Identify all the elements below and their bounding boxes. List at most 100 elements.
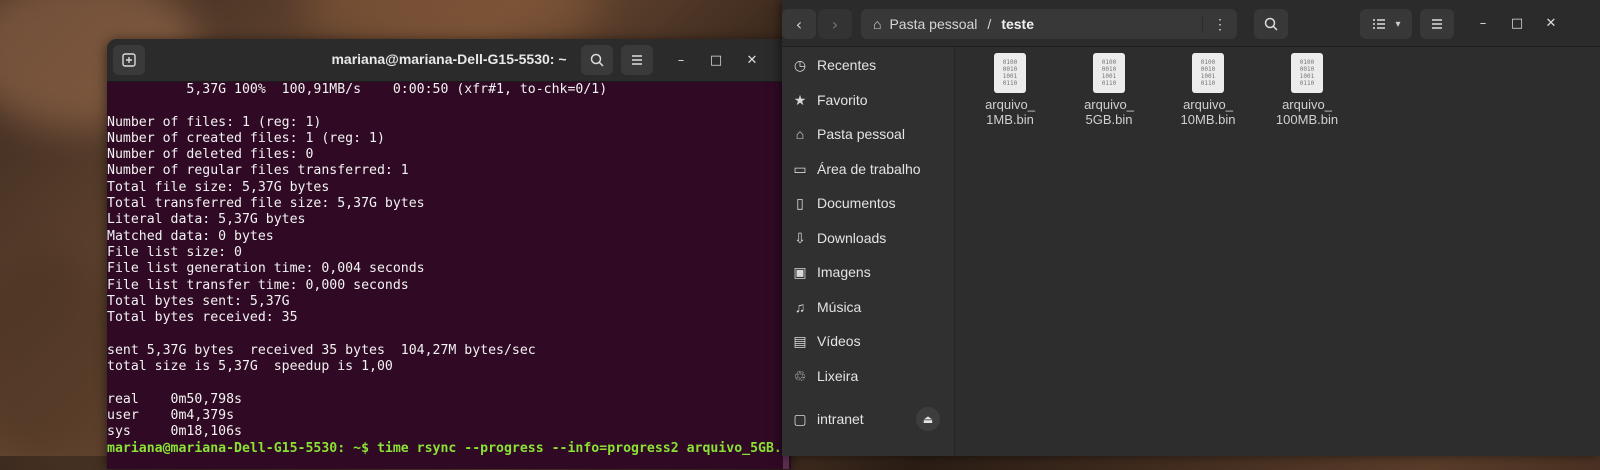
minimize-icon: – bbox=[677, 52, 685, 68]
file-item[interactable]: 0100 0010 1001 0110 arquivo_ 1MB.bin bbox=[965, 53, 1055, 127]
terminal-prompt-line: mariana@mariana-Dell-G15-5530: ~$ time r… bbox=[107, 440, 779, 456]
terminal-line: sys 0m18,106s bbox=[107, 424, 242, 440]
terminal-window[interactable]: mariana@mariana-Dell-G15-5530: ~ – □ ✕ 5… bbox=[107, 39, 791, 469]
terminal-headerbar[interactable]: mariana@mariana-Dell-G15-5530: ~ – □ ✕ bbox=[107, 39, 791, 82]
sidebar-item--rea-de-trabalho[interactable]: ▭ Área de trabalho bbox=[782, 153, 954, 185]
sidebar-item-intranet[interactable]: ▢ intranet ⏏ bbox=[782, 403, 954, 435]
file-name-ext: 5GB.bin bbox=[1085, 112, 1133, 127]
chevron-left-icon: ‹ bbox=[795, 14, 803, 34]
sidebar-item-label: Lixeira bbox=[817, 368, 859, 384]
terminal-output[interactable]: 5,37G 100% 100,91MB/s 0:00:50 (xfr#1, to… bbox=[107, 82, 779, 469]
sidebar-item-label: Recentes bbox=[817, 57, 877, 73]
path-options-icon[interactable]: ⋮ bbox=[1202, 15, 1227, 33]
path-current-segment[interactable]: teste bbox=[1001, 16, 1034, 32]
eject-icon[interactable]: ⏏ bbox=[916, 407, 940, 431]
sidebar-item-downloads[interactable]: ⇩ Downloads bbox=[782, 222, 954, 254]
back-button[interactable]: ‹ bbox=[782, 9, 816, 39]
file-name: arquivo_ bbox=[985, 97, 1035, 112]
close-button[interactable]: ✕ bbox=[1538, 10, 1564, 36]
binary-glyph-row: 1001 bbox=[1101, 73, 1117, 80]
star-icon: ★ bbox=[793, 91, 807, 108]
binary-file-icon: 0100 0010 1001 0110 bbox=[994, 53, 1026, 93]
sidebar-item-pasta-pessoal[interactable]: ⌂ Pasta pessoal bbox=[782, 118, 954, 150]
trash-icon: ♲ bbox=[793, 367, 807, 384]
binary-glyph-row: 1001 bbox=[1002, 73, 1018, 80]
desktop-icon: ▭ bbox=[793, 160, 807, 177]
terminal-line: Literal data: 5,37G bytes bbox=[107, 212, 306, 228]
sidebar-item-label: Documentos bbox=[817, 195, 896, 211]
binary-glyph-row: 0110 bbox=[1101, 80, 1117, 87]
sidebar-item-label: Imagens bbox=[817, 264, 871, 280]
search-button[interactable] bbox=[1254, 9, 1288, 39]
terminal-search-button[interactable] bbox=[581, 45, 613, 75]
terminal-line: total size is 5,37G speedup is 1,00 bbox=[107, 359, 393, 375]
binary-glyph-row: 0110 bbox=[1299, 80, 1315, 87]
sidebar-item-imagens[interactable]: ▣ Imagens bbox=[782, 256, 954, 288]
home-icon: ⌂ bbox=[795, 126, 805, 142]
close-button[interactable]: ✕ bbox=[739, 47, 765, 73]
close-icon: ✕ bbox=[746, 52, 758, 68]
view-toggle-button[interactable]: ▾ bbox=[1360, 9, 1412, 39]
terminal-line: sent 5,37G bytes received 35 bytes 104,2… bbox=[107, 342, 536, 358]
sidebar-item-favorito[interactable]: ★ Favorito bbox=[782, 84, 954, 116]
terminal-line: Total bytes received: 35 bbox=[107, 310, 298, 326]
binary-glyph-row: 0100 bbox=[1002, 59, 1018, 66]
chevron-right-icon: › bbox=[831, 14, 839, 34]
path-separator: / bbox=[987, 16, 992, 32]
file-name-ext: 10MB.bin bbox=[1180, 112, 1236, 127]
minimize-icon: – bbox=[1479, 15, 1487, 31]
close-icon: ✕ bbox=[1545, 15, 1557, 31]
music-icon: ♫ bbox=[794, 299, 806, 315]
sidebar-item-m-sica[interactable]: ♫ Música bbox=[782, 291, 954, 323]
sidebar-item-v-deos[interactable]: ▤ Vídeos bbox=[782, 325, 954, 357]
file-name: arquivo_ bbox=[1084, 97, 1134, 112]
new-tab-button[interactable] bbox=[113, 45, 145, 75]
binary-glyph-row: 1001 bbox=[1200, 73, 1216, 80]
sidebar-item-recentes[interactable]: ◷ Recentes bbox=[782, 49, 954, 81]
terminal-line: File list transfer time: 0,000 seconds bbox=[107, 277, 409, 293]
main-menu-button[interactable] bbox=[1420, 9, 1454, 39]
binary-glyph-row: 0110 bbox=[1002, 80, 1018, 87]
document-icon: ▯ bbox=[796, 194, 804, 211]
minimize-button[interactable]: – bbox=[1470, 10, 1496, 36]
sidebar-item-label: Pasta pessoal bbox=[817, 126, 905, 142]
terminal-line: user 0m4,379s bbox=[107, 407, 235, 423]
home-icon: ⌂ bbox=[873, 16, 882, 32]
terminal-menu-button[interactable] bbox=[621, 45, 653, 75]
sidebar-item-label: Área de trabalho bbox=[817, 161, 921, 177]
file-item[interactable]: 0100 0010 1001 0110 arquivo_ 100MB.bin bbox=[1262, 53, 1352, 127]
terminal-line: Total transferred file size: 5,37G bytes bbox=[107, 196, 425, 212]
file-item[interactable]: 0100 0010 1001 0110 arquivo_ 10MB.bin bbox=[1163, 53, 1253, 127]
terminal-line: Number of regular files transferred: 1 bbox=[107, 163, 409, 179]
path-home-segment[interactable]: Pasta pessoal bbox=[889, 16, 977, 32]
file-manager-window[interactable]: ‹ › ⌂ Pasta pessoal / teste ⋮ ▾ – □ ✕ ◷ R… bbox=[782, 0, 1600, 456]
sidebar-item-lixeira[interactable]: ♲ Lixeira bbox=[782, 360, 954, 392]
binary-glyph-row: 0010 bbox=[1299, 66, 1315, 73]
file-name: arquivo_ bbox=[1282, 97, 1332, 112]
binary-glyph-row: 0110 bbox=[1200, 80, 1216, 87]
terminal-line: File list generation time: 0,004 seconds bbox=[107, 261, 425, 277]
maximize-icon: □ bbox=[1510, 15, 1524, 31]
terminal-line: Total file size: 5,37G bytes bbox=[107, 179, 330, 195]
file-manager-headerbar[interactable]: ‹ › ⌂ Pasta pessoal / teste ⋮ ▾ – □ ✕ bbox=[782, 0, 1600, 47]
file-item[interactable]: 0100 0010 1001 0110 arquivo_ 5GB.bin bbox=[1064, 53, 1154, 127]
binary-file-icon: 0100 0010 1001 0110 bbox=[1291, 53, 1323, 93]
sidebar-item-label: Música bbox=[817, 299, 862, 315]
maximize-button[interactable]: □ bbox=[703, 47, 729, 73]
maximize-button[interactable]: □ bbox=[1504, 10, 1530, 36]
path-bar[interactable]: ⌂ Pasta pessoal / teste ⋮ bbox=[861, 9, 1237, 39]
list-view-icon bbox=[1373, 19, 1386, 29]
binary-file-icon: 0100 0010 1001 0110 bbox=[1192, 53, 1224, 93]
binary-file-icon: 0100 0010 1001 0110 bbox=[1093, 53, 1125, 93]
binary-glyph-row: 0100 bbox=[1101, 59, 1117, 66]
terminal-line: Number of created files: 1 (reg: 1) bbox=[107, 130, 385, 146]
minimize-button[interactable]: – bbox=[668, 47, 694, 73]
forward-button[interactable]: › bbox=[818, 9, 852, 39]
terminal-line: real 0m50,798s bbox=[107, 391, 242, 407]
file-view[interactable]: 0100 0010 1001 0110 arquivo_ 1MB.bin 0100 0010 1… bbox=[955, 47, 1600, 456]
binary-glyph-row: 0010 bbox=[1002, 66, 1018, 73]
sidebar-item-documentos[interactable]: ▯ Documentos bbox=[782, 187, 954, 219]
